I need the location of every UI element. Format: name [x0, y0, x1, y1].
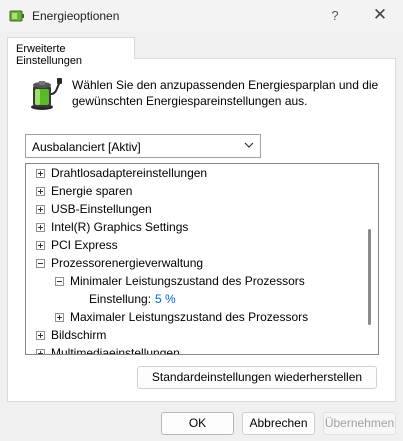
- power-options-icon: [9, 10, 24, 22]
- intro-text: Wählen Sie den anzupassenden Energiespar…: [72, 78, 379, 108]
- expand-icon[interactable]: [36, 169, 45, 178]
- setting-value-link[interactable]: 5 %: [155, 290, 176, 308]
- title-bar: Energieoptionen ? ✕: [0, 0, 403, 32]
- tree-item-label: PCI Express: [51, 238, 118, 252]
- chevron-down-icon: [244, 142, 254, 148]
- expand-icon[interactable]: [36, 331, 45, 340]
- expand-icon[interactable]: [36, 349, 45, 354]
- setting-label: Einstellung:: [89, 292, 152, 306]
- expand-icon[interactable]: [36, 241, 45, 250]
- tree-item-label: Energie sparen: [51, 184, 133, 198]
- collapse-icon[interactable]: [55, 277, 64, 286]
- help-button[interactable]: ?: [327, 8, 343, 23]
- apply-button[interactable]: Übernehmen: [323, 412, 396, 435]
- tab-label: Erweiterte Einstellungen: [16, 43, 83, 67]
- tree-item-label: Drahtlosadaptereinstellungen: [51, 166, 208, 180]
- tree-item-label: Minimaler Leistungszustand des Prozessor…: [70, 274, 305, 288]
- battery-plug-icon: [31, 78, 62, 110]
- collapse-icon[interactable]: [36, 259, 45, 268]
- tree-scrollbar-thumb[interactable]: [368, 229, 371, 325]
- power-plan-value: Ausbalanciert [Aktiv]: [32, 140, 141, 154]
- tree-item-label: USB-Einstellungen: [51, 202, 152, 216]
- settings-tree[interactable]: Drahtlosadaptereinstellungen Energie spa…: [25, 163, 379, 355]
- tab-advanced-settings[interactable]: Erweiterte Einstellungen: [7, 37, 135, 67]
- expand-icon[interactable]: [36, 205, 45, 214]
- tree-item-label: Intel(R) Graphics Settings: [51, 220, 189, 234]
- tree-item-label: Maximaler Leistungszustand des Prozessor…: [70, 310, 309, 324]
- close-button[interactable]: ✕: [368, 4, 392, 26]
- window-title: Energieoptionen: [32, 9, 120, 23]
- expand-icon[interactable]: [55, 313, 64, 322]
- tree-item-label: Multimediaeinstellungen: [51, 346, 180, 355]
- tree-item-label: Prozessorenergieverwaltung: [51, 256, 204, 270]
- power-plan-select[interactable]: Ausbalanciert [Aktiv]: [25, 134, 261, 158]
- tree-item-label: Bildschirm: [51, 328, 107, 342]
- restore-defaults-button[interactable]: Standardeinstellungen wiederherstellen: [137, 366, 377, 389]
- cancel-button[interactable]: Abbrechen: [242, 412, 315, 435]
- ok-button[interactable]: OK: [161, 412, 234, 435]
- expand-icon[interactable]: [36, 223, 45, 232]
- expand-icon[interactable]: [36, 187, 45, 196]
